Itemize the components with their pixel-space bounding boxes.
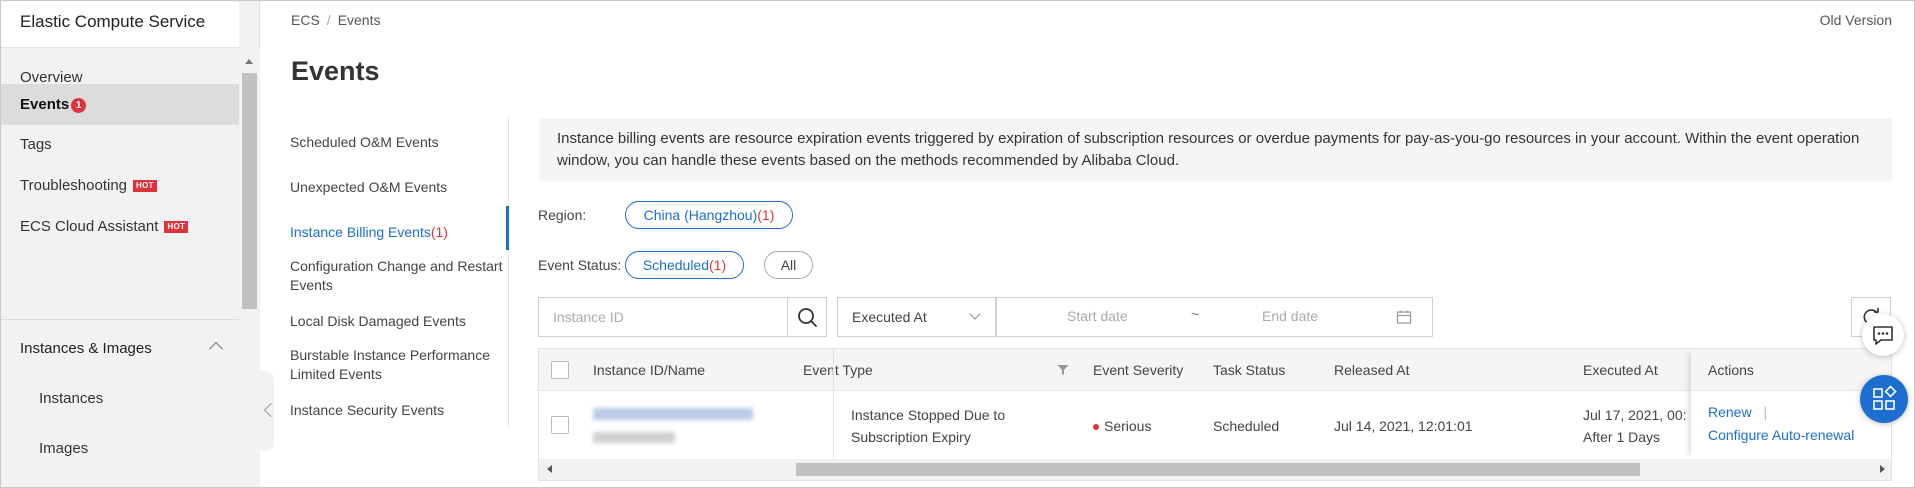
col-header-task-status: Task Status bbox=[1213, 362, 1286, 378]
instance-id-search bbox=[538, 297, 788, 337]
event-type-nav: Scheduled O&M Events Unexpected O&M Even… bbox=[283, 116, 509, 428]
subnav-item-unexpected[interactable]: Unexpected O&M Events bbox=[290, 178, 504, 197]
configure-auto-renewal-link[interactable]: Configure Auto-renewal bbox=[1708, 427, 1854, 443]
app-window: Elastic Compute Service Overview Events 1… bbox=[0, 0, 1915, 488]
task-status-cell: Scheduled bbox=[1213, 418, 1280, 434]
severity-cell: Serious bbox=[1093, 415, 1151, 437]
subnav-item-config-change[interactable]: Configuration Change and Restart Events bbox=[290, 257, 504, 295]
status-all-pill[interactable]: All bbox=[764, 251, 813, 279]
released-at-cell: Jul 14, 2021, 12:01:01 bbox=[1334, 418, 1473, 434]
region-value: China (Hangzhou) bbox=[643, 207, 758, 223]
instance-name-redacted bbox=[593, 432, 675, 443]
apps-icon bbox=[1873, 385, 1897, 410]
status-count: (1) bbox=[709, 257, 727, 273]
chevron-up-icon bbox=[208, 341, 224, 357]
scroll-up-arrow-icon[interactable] bbox=[245, 59, 253, 64]
time-field-value: Executed At bbox=[852, 309, 927, 325]
sidebar: Elastic Compute Service Overview Events 1… bbox=[1, 1, 260, 487]
event-status-label: Event Status: bbox=[538, 257, 622, 273]
sidebar-item-label: Instances bbox=[39, 390, 104, 407]
table-horizontal-scrollbar[interactable] bbox=[539, 459, 1891, 480]
filter-icon[interactable] bbox=[1057, 364, 1069, 376]
sidebar-group-label: Instances & Images bbox=[20, 340, 152, 357]
subnav-item-count: (1) bbox=[430, 224, 448, 240]
sidebar-scroll-thumb[interactable] bbox=[242, 73, 257, 309]
scroll-right-arrow-icon[interactable] bbox=[1880, 465, 1885, 473]
sidebar-item-label: Tags bbox=[20, 136, 52, 153]
subnav-item-scheduled[interactable]: Scheduled O&M Events bbox=[290, 133, 504, 152]
old-version-link[interactable]: Old Version bbox=[1820, 12, 1892, 28]
instance-id-redacted bbox=[593, 408, 753, 420]
status-scheduled-pill[interactable]: Scheduled(1) bbox=[625, 251, 744, 279]
subnav-item-billing[interactable]: Instance Billing Events(1) bbox=[290, 223, 504, 242]
executed-at-note: After 1 Days bbox=[1583, 429, 1661, 445]
subnav-item-burstable[interactable]: Burstable Instance Performance Limited E… bbox=[290, 346, 504, 384]
apps-button[interactable] bbox=[1860, 375, 1908, 423]
status-value: Scheduled bbox=[642, 257, 710, 273]
sidebar-title: Elastic Compute Service bbox=[1, 1, 239, 48]
info-notice: Instance billing events are resource exp… bbox=[539, 118, 1892, 181]
page-title: Events bbox=[291, 56, 380, 86]
col-header-event-type: Event Type bbox=[803, 362, 873, 378]
scroll-left-arrow-icon[interactable] bbox=[547, 465, 552, 473]
severity-text: Serious bbox=[1104, 418, 1152, 434]
date-range-picker[interactable]: Start date ~ End date bbox=[996, 297, 1433, 337]
breadcrumb: ECS / Events bbox=[291, 12, 381, 28]
severity-dot bbox=[1093, 424, 1099, 431]
events-table: Instance ID/Name Event Type Event Severi… bbox=[538, 348, 1892, 481]
select-all-checkbox[interactable] bbox=[551, 361, 569, 379]
chat-icon bbox=[1873, 326, 1893, 345]
chat-button[interactable] bbox=[1862, 314, 1904, 356]
horizontal-scroll-thumb[interactable] bbox=[796, 463, 1640, 476]
search-icon bbox=[798, 308, 817, 327]
sidebar-item-cloud-assistant[interactable]: ECS Cloud Assistant HOT bbox=[1, 202, 239, 252]
event-type-cell: Instance Stopped Due to Subscription Exp… bbox=[851, 407, 1006, 445]
time-field-select[interactable]: Executed At bbox=[837, 297, 996, 337]
start-date-input[interactable]: Start date bbox=[1067, 308, 1128, 324]
table-header: Instance ID/Name Event Type Event Severi… bbox=[539, 349, 1891, 391]
col-header-severity: Event Severity bbox=[1093, 362, 1184, 378]
renew-link[interactable]: Renew bbox=[1708, 404, 1752, 420]
sidebar-item-label: Images bbox=[39, 440, 89, 457]
event-count-badge: 1 bbox=[71, 97, 87, 113]
instance-id-input[interactable] bbox=[539, 298, 787, 336]
hot-badge: HOT bbox=[133, 180, 157, 193]
sidebar-item-label: Troubleshooting bbox=[20, 177, 128, 194]
sidebar-divider bbox=[1, 319, 239, 320]
breadcrumb-events: Events bbox=[337, 12, 381, 28]
subnav-active-indicator bbox=[506, 206, 509, 250]
row-checkbox[interactable] bbox=[551, 416, 569, 434]
sidebar-item-events[interactable]: Events 1 bbox=[1, 84, 239, 125]
date-range-separator: ~ bbox=[1191, 306, 1200, 322]
search-button[interactable] bbox=[787, 297, 827, 337]
end-date-input[interactable]: End date bbox=[1262, 308, 1318, 324]
region-label: Region: bbox=[538, 207, 587, 223]
sidebar-group-instances-images[interactable]: Instances & Images bbox=[1, 324, 239, 374]
chevron-down-icon bbox=[969, 308, 981, 320]
breadcrumb-ecs[interactable]: ECS bbox=[291, 12, 320, 28]
instance-name bbox=[593, 427, 675, 449]
subnav-item-label: Instance Billing Events bbox=[290, 224, 431, 240]
action-separator: | bbox=[1763, 404, 1768, 420]
col-header-executed-at: Executed At bbox=[1583, 362, 1658, 378]
instance-id-link[interactable] bbox=[593, 404, 753, 426]
region-filter-pill[interactable]: China (Hangzhou)(1) bbox=[625, 201, 793, 229]
row-actions: Renew | bbox=[1708, 404, 1775, 420]
sidebar-item-instances[interactable]: Instances bbox=[1, 374, 239, 424]
hot-badge: HOT bbox=[164, 221, 189, 234]
breadcrumb-separator: / bbox=[326, 12, 331, 28]
sidebar-item-label: Events bbox=[20, 96, 70, 113]
sidebar-item-label: ECS Cloud Assistant bbox=[20, 218, 159, 235]
subnav-item-local-disk[interactable]: Local Disk Damaged Events bbox=[290, 312, 504, 331]
col-header-instance: Instance ID/Name bbox=[593, 362, 706, 378]
subnav-item-security[interactable]: Instance Security Events bbox=[290, 401, 504, 420]
executed-at-cell: Jul 17, 2021, 00: bbox=[1583, 407, 1687, 423]
table-row: Instance Stopped Due to Subscription Exp… bbox=[539, 391, 1891, 459]
region-count: (1) bbox=[757, 207, 775, 223]
col-header-released-at: Released At bbox=[1334, 362, 1410, 378]
calendar-icon bbox=[1396, 310, 1412, 324]
sidebar-item-images[interactable]: Images bbox=[1, 424, 239, 474]
